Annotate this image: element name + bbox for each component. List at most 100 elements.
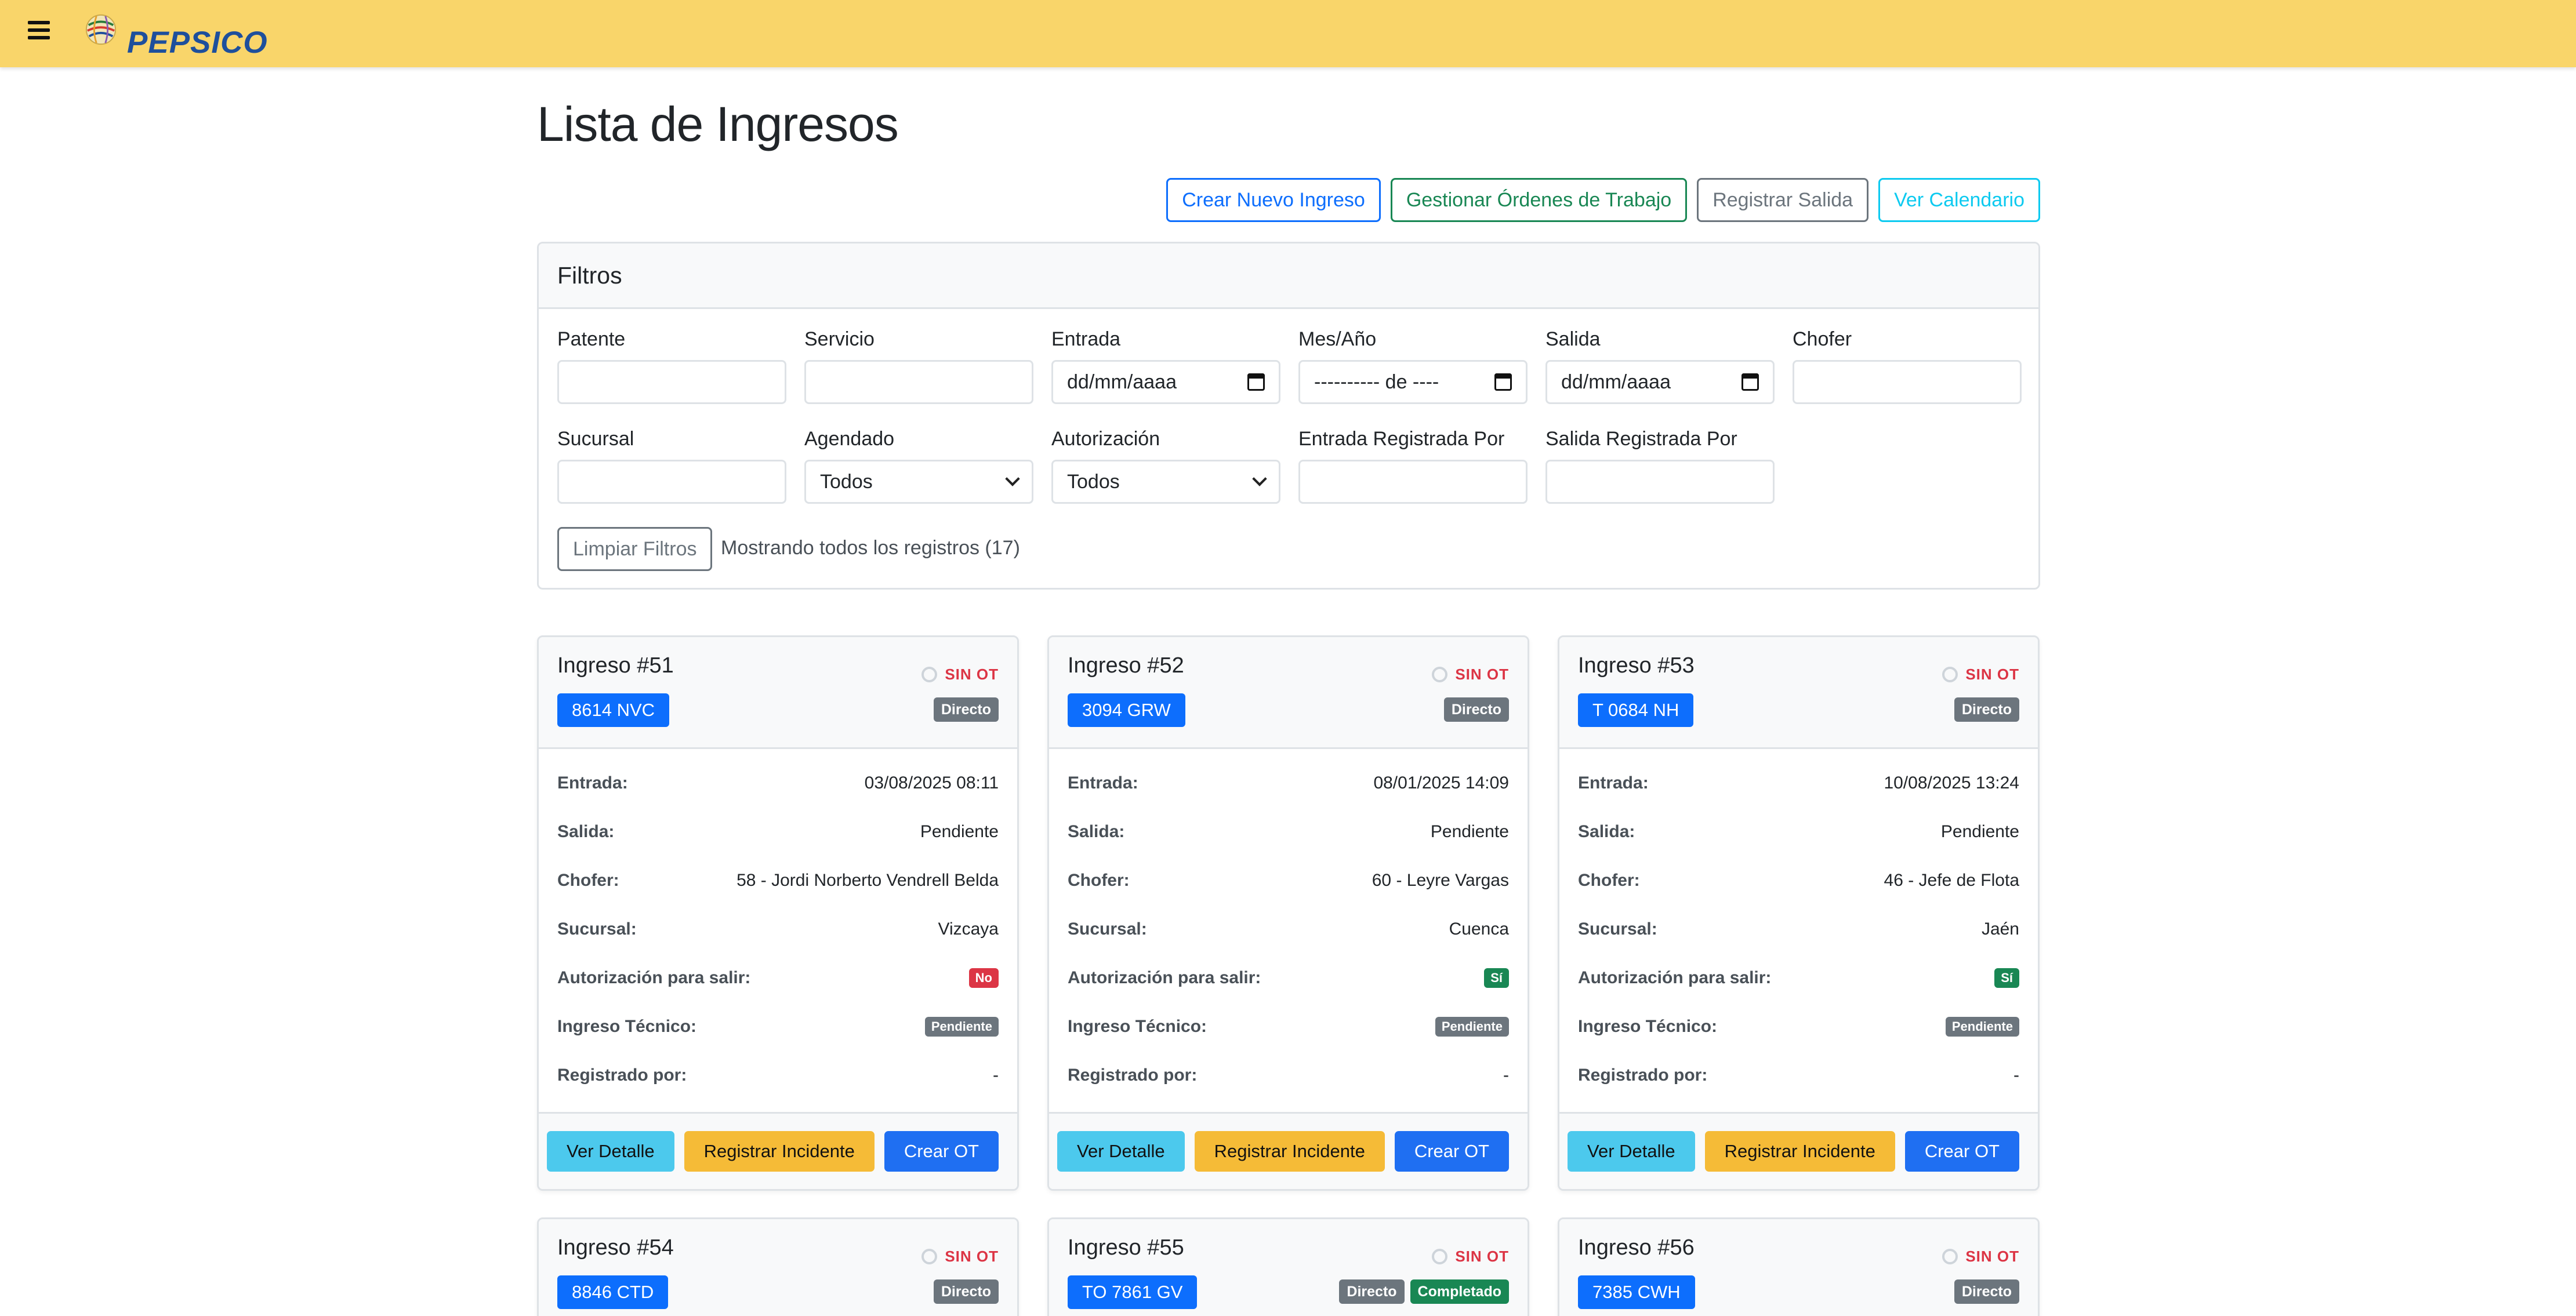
plate-badge: 7385 CWH (1578, 1275, 1695, 1309)
manage-orders-button[interactable]: Gestionar Órdenes de Trabajo (1390, 178, 1688, 222)
entrada-date-input[interactable]: dd/mm/aaaa (1051, 360, 1280, 404)
sin-ot-label: SIN OT (1965, 666, 2019, 683)
sucursal-value: Cuenca (1449, 919, 1509, 939)
sin-ot-label: SIN OT (945, 666, 999, 683)
autorizacion-select[interactable]: Todos (1051, 460, 1280, 504)
register-exit-button[interactable]: Registrar Salida (1697, 178, 1869, 222)
register-incident-button[interactable]: Registrar Incidente (684, 1131, 875, 1172)
menu-icon[interactable] (28, 21, 50, 44)
tecnico-badge: Pendiente (1945, 1017, 2019, 1037)
patente-input[interactable] (557, 360, 786, 404)
register-incident-button[interactable]: Registrar Incidente (1194, 1131, 1385, 1172)
sucursal-value: Jaén (1981, 919, 2019, 939)
status-dot-icon (1942, 1249, 1958, 1264)
chofer-input[interactable] (1793, 360, 2022, 404)
entrada-por-input[interactable] (1298, 460, 1528, 504)
filters-card: Filtros Patente Servicio Entrada dd/mm/a… (537, 242, 2040, 590)
create-ot-button[interactable]: Crear OT (884, 1131, 999, 1172)
agendado-select[interactable]: Todos (804, 460, 1033, 504)
tecnico-row: Ingreso Técnico: Pendiente (557, 1002, 999, 1051)
chofer-value: 58 - Jordi Norberto Vendrell Belda (736, 871, 999, 890)
filter-agendado: Agendado Todos (804, 427, 1033, 504)
entrada-value: 08/01/2025 14:09 (1373, 773, 1509, 792)
salida-key: Salida: (1578, 822, 1635, 841)
entry-card: Ingreso #53 T 0684 NH SIN OT Directo Entrada… (1558, 635, 2040, 1191)
filter-servicio: Servicio (804, 328, 1033, 404)
sucursal-key: Sucursal: (1578, 919, 1657, 939)
entrada-key: Entrada: (1578, 773, 1649, 792)
salida-value: dd/mm/aaaa (1561, 370, 1671, 393)
sucursal-row: Sucursal: Vizcaya (557, 905, 999, 954)
card-header: Ingreso #53 T 0684 NH SIN OT Directo (1559, 637, 2038, 749)
tecnico-key: Ingreso Técnico: (557, 1017, 697, 1036)
mesano-label: Mes/Año (1298, 328, 1377, 350)
registrado-value: - (993, 1066, 999, 1085)
salida-date-input[interactable]: dd/mm/aaaa (1545, 360, 1775, 404)
brand-logo[interactable]: PEPSICO (84, 13, 268, 59)
create-ot-button[interactable]: Crear OT (1904, 1131, 2019, 1172)
card-title: Ingreso #51 (557, 653, 674, 678)
view-detail-button[interactable]: Ver Detalle (546, 1131, 674, 1172)
salida-row: Salida: Pendiente (1068, 808, 1509, 856)
salida-key: Salida: (1068, 822, 1125, 841)
sin-ot-label: SIN OT (1455, 666, 1509, 683)
entry-card: Ingreso #52 3094 GRW SIN OT Directo Entrada:… (1047, 635, 1529, 1191)
registrado-key: Registrado por: (1068, 1066, 1198, 1085)
sucursal-input[interactable] (557, 460, 786, 504)
card-body: Entrada: 08/01/2025 14:09 Salida: Pendiente… (1049, 749, 1528, 1100)
chofer-key: Chofer: (1578, 871, 1640, 890)
status-dot-icon (1942, 667, 1958, 682)
sin-ot-indicator: SIN OT (921, 666, 999, 684)
chofer-key: Chofer: (557, 871, 619, 890)
calendar-button[interactable]: Ver Calendario (1878, 178, 2040, 222)
brand-name: PEPSICO (127, 26, 268, 60)
calendar-icon[interactable] (1247, 373, 1265, 391)
entrada-value: 03/08/2025 08:11 (864, 773, 999, 792)
salida-por-input[interactable] (1545, 460, 1775, 504)
card-badges: Directo (1443, 697, 1509, 722)
card-footer: Ver Detalle Registrar Incidente Crear OT (1559, 1112, 2038, 1189)
entrada-por-label: Entrada Registrada Por (1298, 428, 1505, 450)
autorizacion-key: Autorización para salir: (557, 968, 751, 987)
patente-label: Patente (557, 328, 626, 350)
pepsico-globe-icon (85, 14, 117, 45)
card-badges: Directo (1954, 697, 2019, 722)
entry-card: Ingreso #54 8846 CTD SIN OT Directo (537, 1217, 1019, 1316)
entry-card: Ingreso #56 7385 CWH SIN OT Directo (1558, 1217, 2040, 1316)
autorizacion-badge: No (968, 968, 999, 988)
register-incident-button[interactable]: Registrar Incidente (1704, 1131, 1895, 1172)
filter-mesano: Mes/Año ---------- de ---- (1298, 328, 1528, 404)
mesano-value: ---------- de ---- (1314, 370, 1439, 393)
card-badges: Directo (1954, 1279, 2019, 1304)
clear-filters-button[interactable]: Limpiar Filtros (557, 527, 713, 571)
chevron-down-icon (1252, 471, 1267, 486)
salida-label: Salida (1545, 328, 1601, 350)
chofer-row: Chofer: 60 - Leyre Vargas (1068, 856, 1509, 905)
registrado-value: - (2013, 1066, 2019, 1085)
type-badge: Directo (1954, 697, 2019, 722)
sucursal-value: Vizcaya (938, 919, 999, 939)
view-detail-button[interactable]: Ver Detalle (1567, 1131, 1695, 1172)
new-entry-button[interactable]: Crear Nuevo Ingreso (1166, 178, 1381, 222)
card-header: Ingreso #55 TO 7861 GV SIN OT Directo Comple… (1049, 1219, 1528, 1316)
entrada-row: Entrada: 10/08/2025 13:24 (1578, 759, 2019, 808)
view-detail-button[interactable]: Ver Detalle (1057, 1131, 1185, 1172)
card-header: Ingreso #54 8846 CTD SIN OT Directo (539, 1219, 1017, 1316)
autorizacion-badge: Sí (1994, 968, 2019, 988)
entrada-value: 10/08/2025 13:24 (1884, 773, 2019, 792)
status-dot-icon (921, 1249, 938, 1264)
registrado-row: Registrado por: - (1068, 1051, 1509, 1100)
registrado-row: Registrado por: - (557, 1051, 999, 1100)
autorizacion-label: Autorización (1051, 428, 1160, 450)
calendar-icon[interactable] (1741, 373, 1759, 391)
type-badge: Directo (1443, 697, 1509, 722)
calendar-icon[interactable] (1494, 373, 1512, 391)
status-dot-icon (1432, 1249, 1448, 1264)
sin-ot-indicator: SIN OT (1432, 666, 1509, 684)
card-badges: Directo Completado (1339, 1279, 1509, 1304)
servicio-input[interactable] (804, 360, 1033, 404)
mesano-input[interactable]: ---------- de ---- (1298, 360, 1528, 404)
chofer-label: Chofer (1793, 328, 1852, 350)
create-ot-button[interactable]: Crear OT (1394, 1131, 1509, 1172)
servicio-label: Servicio (804, 328, 875, 350)
